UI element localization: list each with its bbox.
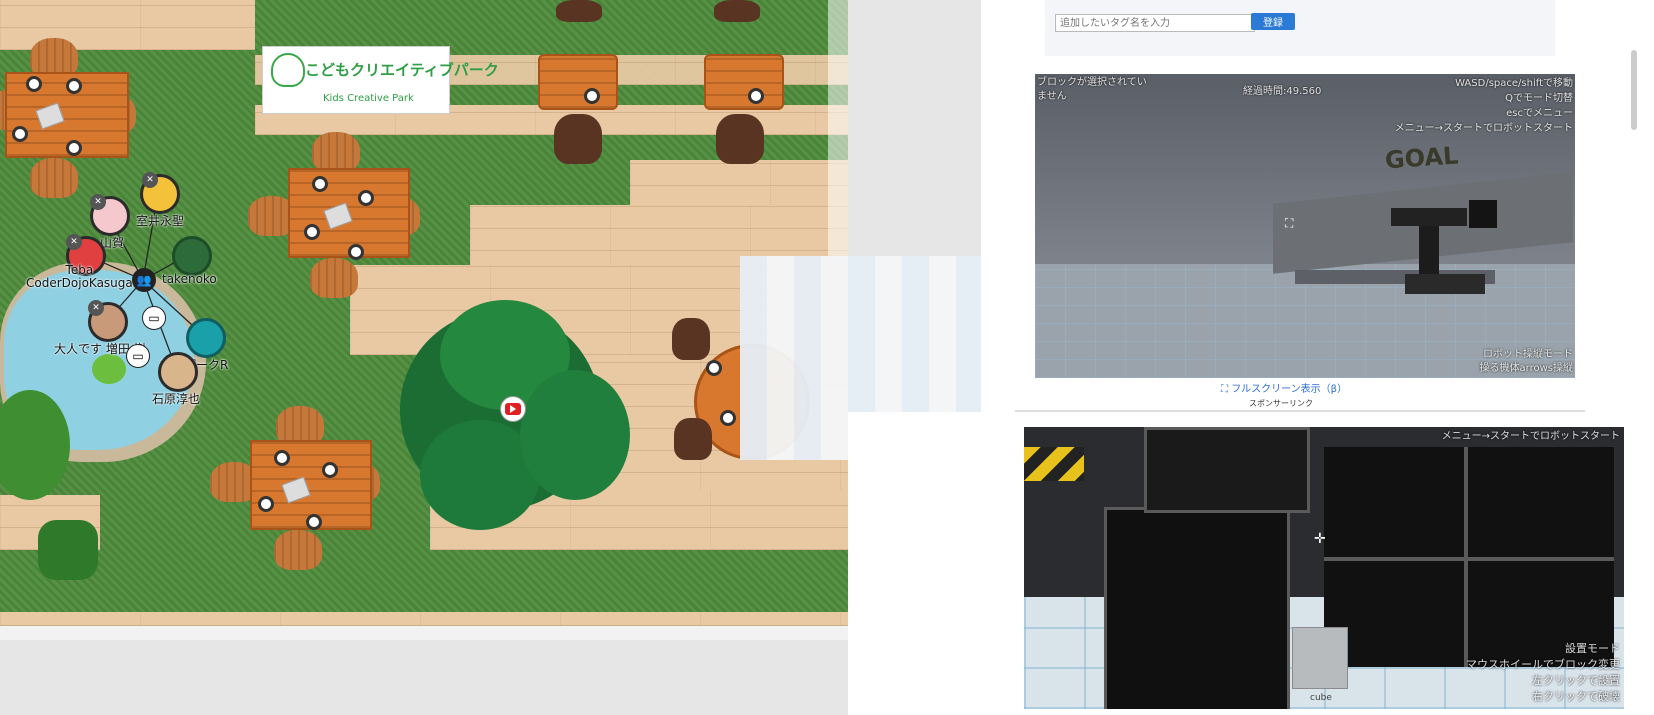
hud-mode: ロボット操縦モード 操る機体arrows操縦: [1480, 348, 1573, 376]
tag-add-button[interactable]: 登録: [1251, 13, 1295, 30]
robot-block: [1405, 274, 1485, 294]
expand-icon: ⛶: [1221, 384, 1232, 395]
hud-line: メニュー→スタートでロボットスタート: [1394, 123, 1573, 134]
hud-line: WASD/space/shiftで移動: [1455, 78, 1573, 89]
mic-off-icon: ✕: [66, 234, 82, 250]
hud-build-mode: 設置モード マウスホイールでブロック変更 左クリックで設置 右クリックで破壊: [1466, 641, 1620, 705]
fullscreen-label: フルスクリーン表示（β）: [1231, 384, 1348, 395]
goal-sign: GOAL: [1384, 141, 1460, 175]
crosshair-icon: ⛶: [1285, 216, 1294, 230]
hud-line: 操る機体arrows操縦: [1479, 363, 1573, 374]
tag-input[interactable]: [1055, 14, 1255, 32]
black-block: [1144, 427, 1310, 513]
robot-game-panel: 登録 ブロックが選択されていません 経過時間:49.560 WASD/space…: [981, 0, 1654, 412]
avatar-name: 室井永聖: [136, 214, 185, 228]
hud-line: escでメニュー: [1506, 108, 1573, 119]
tag-area: 登録: [1045, 0, 1555, 56]
hud-line: 設置モード: [1565, 642, 1620, 655]
robot-block: [1391, 208, 1467, 226]
fullscreen-link[interactable]: ⛶ フルスクリーン表示（β）: [1221, 380, 1347, 395]
hazard-stripe: [1024, 447, 1084, 481]
sponsor-label: スポンサーリンク: [1249, 399, 1313, 408]
hud-line: 右クリックで破壊: [1532, 690, 1620, 703]
black-block: [1104, 507, 1290, 709]
group-icon[interactable]: 👥: [132, 268, 156, 292]
hud-controls: WASD/space/shiftで移動 Qでモード切替 escでメニュー メニュ…: [1395, 76, 1573, 136]
hud-line: マウスホイールでブロック変更: [1466, 658, 1620, 671]
black-wall: [1324, 447, 1614, 667]
hud-line: 左クリックで設置: [1532, 674, 1620, 687]
mic-off-icon: ✕: [142, 172, 158, 188]
hud-start-hint: メニュー→スタートでロボットスタート: [1441, 431, 1620, 442]
scrollbar[interactable]: [1631, 50, 1637, 130]
hud-line: ロボット操縦モード: [1483, 349, 1573, 360]
monitor-icon[interactable]: ▭: [142, 306, 166, 330]
divider: [1015, 410, 1585, 412]
monitor-icon[interactable]: ▭: [126, 344, 150, 368]
crosshair-icon: ✛: [1314, 531, 1326, 547]
game-view-2[interactable]: cube ✛ メニュー→スタートでロボットスタート 設置モード マウスホイールで…: [1024, 427, 1624, 709]
avatar[interactable]: [158, 352, 198, 392]
game-view-1[interactable]: ブロックが選択されていません 経過時間:49.560 WASD/space/sh…: [1035, 74, 1575, 378]
hud-block-status: ブロックが選択されていません: [1037, 77, 1147, 102]
cube-label: cube: [1310, 693, 1332, 703]
avatar[interactable]: [186, 318, 226, 358]
mic-off-icon: ✕: [90, 194, 106, 210]
avatar-name: Teba CoderDojoKasuga: [26, 263, 133, 290]
robot-block: [1469, 200, 1497, 228]
hud-line: Qでモード切替: [1505, 93, 1573, 104]
virtual-space-map[interactable]: こどもクリエイティブパーク Kids Creative Park ✕ 室井永聖 …: [0, 0, 848, 640]
avatar-name: takenoko: [162, 272, 217, 286]
hud-timer: 経過時間:49.560: [1243, 86, 1322, 97]
mic-off-icon: ✕: [88, 300, 104, 316]
avatar-name: 石原淳也: [152, 392, 201, 406]
cube-block: [1292, 627, 1348, 689]
avatar[interactable]: [172, 236, 212, 276]
